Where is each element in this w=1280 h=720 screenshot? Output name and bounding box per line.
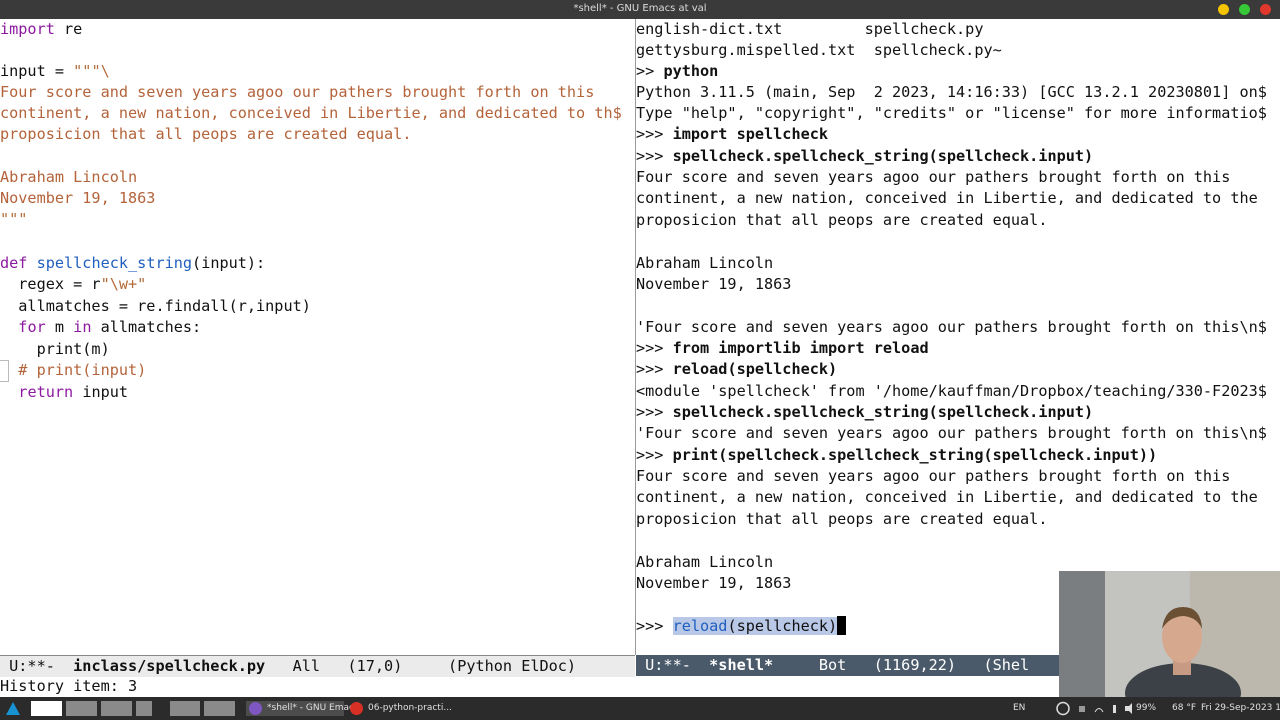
shell-output-line: proposicion that all peops are created e…: [636, 510, 1048, 528]
weather-status[interactable]: 68 °F: [1172, 703, 1196, 713]
shell-output-line: <module 'spellcheck' from '/home/kauffma…: [636, 382, 1267, 400]
minibuffer[interactable]: History item: 3: [0, 676, 137, 697]
network-icon[interactable]: [1056, 701, 1070, 716]
code-line: input = """\: [0, 62, 110, 80]
shell-input-line: >>> spellcheck.spellcheck_string(spellch…: [636, 403, 1094, 421]
shell-input-line: >>> print(spellcheck.spellcheck_string(s…: [636, 446, 1158, 464]
shell-input-line: >>> reload(spellcheck): [636, 360, 838, 378]
shell-output-line: 'Four score and seven years agoo our pat…: [636, 318, 1267, 336]
shell-output-line: Four score and seven years agoo our path…: [636, 467, 1231, 485]
shell-output-line: Python 3.11.5 (main, Sep 2 2023, 14:16:3…: [636, 83, 1267, 101]
shell-pane[interactable]: english-dict.txt spellcheck.py gettysbur…: [636, 19, 1280, 655]
taskbar: *shell* - GNU Emac... 06-python-practi..…: [0, 697, 1280, 720]
clock[interactable]: Fri 29-Sep-2023 16:34: [1201, 703, 1280, 713]
code-line: allmatches = re.findall(r,input): [0, 297, 311, 315]
cursor-fringe-marker: [0, 360, 9, 382]
browser-icon: [350, 702, 363, 715]
text-cursor: [837, 616, 847, 635]
code-line: for m in allmatches:: [18, 318, 202, 336]
shell-input-line: >>> spellcheck.spellcheck_string(spellch…: [636, 147, 1094, 165]
workspace-5[interactable]: [170, 701, 200, 716]
code-line: print(m): [0, 340, 110, 358]
docstring-line: proposicion that all peops are created e…: [0, 125, 412, 143]
docstring-line: """: [0, 210, 28, 228]
code-line: import re: [0, 20, 83, 38]
minimize-button[interactable]: [1218, 4, 1229, 15]
presenter-video: [1059, 571, 1280, 698]
shell-output-line: November 19, 1863: [636, 275, 792, 293]
window-titlebar: *shell* - GNU Emacs at val: [0, 0, 1280, 19]
shell-output-line: continent, a new nation, conceived in Li…: [636, 189, 1258, 207]
shell-output-line: Abraham Lincoln: [636, 553, 774, 571]
shell-output-line: Four score and seven years agoo our path…: [636, 168, 1231, 186]
shell-output-line: proposicion that all peops are created e…: [636, 211, 1048, 229]
code-line: return input: [18, 383, 129, 401]
mode-line-left[interactable]: U:**- inclass/spellcheck.py All (17,0) (…: [0, 655, 635, 677]
workspace-4[interactable]: [136, 701, 152, 716]
keyboard-layout[interactable]: EN: [1013, 703, 1025, 713]
code-line: def spellcheck_string(input):: [0, 254, 266, 272]
shell-output-line: english-dict.txt spellcheck.py: [636, 20, 984, 38]
shell-input-line: >>> import spellcheck: [636, 125, 829, 143]
docstring-line: Abraham Lincoln: [0, 168, 138, 186]
shell-output-line: continent, a new nation, conceived in Li…: [636, 488, 1258, 506]
docstring-line: Four score and seven years agoo our path…: [0, 83, 595, 101]
shell-output-line: Type "help", "copyright", "credits" or "…: [636, 104, 1267, 122]
shell-input-line: >>> from importlib import reload: [636, 339, 929, 357]
docstring-line: November 19, 1863: [0, 189, 156, 207]
source-editor-pane[interactable]: import re input = """\ Four score and se…: [0, 19, 635, 655]
shell-input-line: >> python: [636, 62, 719, 80]
shell-output-line: Abraham Lincoln: [636, 254, 774, 272]
shell-output-line: gettysburg.mispelled.txt spellcheck.py~: [636, 41, 1002, 59]
workspace-3[interactable]: [101, 701, 132, 716]
close-button[interactable]: [1260, 4, 1271, 15]
task-emacs[interactable]: *shell* - GNU Emac...: [246, 701, 363, 716]
code-line: regex = r"\w+": [0, 275, 147, 293]
maximize-button[interactable]: [1239, 4, 1250, 15]
tray-icons[interactable]: [1077, 701, 1133, 716]
comment-line: # print(input): [0, 361, 147, 379]
docstring-line: continent, a new nation, conceived in Li…: [0, 104, 622, 122]
battery-status[interactable]: 99%: [1136, 703, 1156, 713]
emacs-icon: [249, 702, 262, 715]
window-title: *shell* - GNU Emacs at val: [573, 3, 707, 14]
workspace-6[interactable]: [204, 701, 235, 716]
shell-output-line: 'Four score and seven years agoo our pat…: [636, 424, 1267, 442]
mode-line-right[interactable]: U:**- *shell* Bot (1169,22) (Shel: [636, 655, 1059, 676]
workspace-1[interactable]: [31, 701, 62, 716]
task-browser[interactable]: 06-python-practi...: [347, 701, 452, 716]
workspace-2[interactable]: [66, 701, 97, 716]
webcam-overlay: [1059, 571, 1280, 698]
app-menu-icon[interactable]: [4, 701, 22, 716]
